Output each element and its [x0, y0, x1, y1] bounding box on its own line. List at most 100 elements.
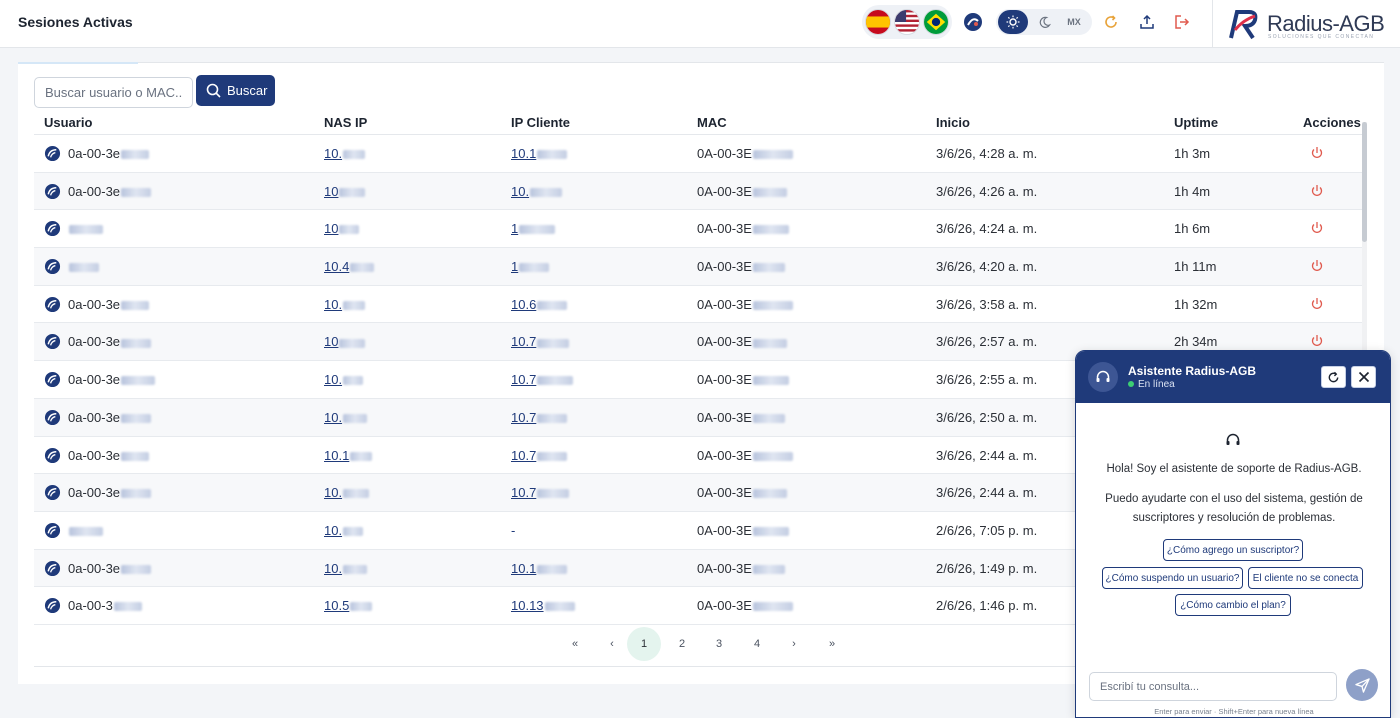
theme-toggle: MX [996, 9, 1092, 35]
search-button[interactable]: Buscar [196, 75, 275, 106]
radius-logo-icon [1229, 10, 1258, 40]
suggestion-add-subscriber[interactable]: ¿Cómo agrego un suscriptor? [1163, 539, 1303, 561]
wifi-user-icon [44, 522, 61, 538]
redacted-value [537, 376, 574, 386]
cell-nas-ip[interactable]: 10. [324, 297, 366, 312]
flag-spain-icon[interactable] [865, 9, 891, 35]
power-icon[interactable] [1310, 334, 1324, 348]
cell-nas-ip[interactable]: 10. [324, 523, 364, 538]
redacted-value [69, 263, 99, 273]
suggestion-suspend-user[interactable]: ¿Cómo suspendo un usuario? [1102, 567, 1243, 589]
redacted-value [537, 338, 570, 348]
flag-brazil-icon[interactable] [923, 9, 949, 35]
chat-message-input[interactable] [1089, 672, 1337, 701]
cell-nas-ip[interactable]: 10.5 [324, 598, 373, 613]
redacted-value [752, 451, 793, 461]
page-button-2[interactable]: 2 [665, 627, 699, 661]
cell-ip-cliente[interactable]: 1 [511, 221, 556, 236]
cell-uptime: 1h 11m [1174, 259, 1217, 275]
power-icon[interactable] [1310, 146, 1324, 160]
refresh-icon[interactable] [1098, 9, 1124, 35]
column-header-inicio[interactable]: Inicio [936, 115, 970, 130]
power-icon[interactable] [1310, 259, 1324, 273]
cell-ip-cliente[interactable]: 10.1 [511, 561, 568, 576]
cell-ip-cliente[interactable]: 10.7 [511, 334, 570, 349]
cell-inicio: 2/6/26, 7:05 p. m. [936, 522, 1038, 538]
next-page-button[interactable]: › [777, 627, 811, 661]
cell-inicio: 3/6/26, 4:20 a. m. [936, 259, 1038, 275]
cell-ip-cliente[interactable]: 10.13 [511, 598, 575, 613]
wifi-user-icon [44, 334, 61, 350]
cell-uptime: 1h 3m [1174, 146, 1211, 161]
close-icon [1358, 371, 1369, 383]
cell-ip-cliente[interactable]: 1 [511, 259, 550, 274]
table-header: Usuario NAS IP IP Cliente MAC Inicio Upt… [34, 110, 1362, 135]
radius-app-icon[interactable] [960, 9, 986, 35]
cell-nas-ip[interactable]: 10. [324, 372, 364, 387]
redacted-value [343, 376, 364, 386]
column-header-acciones: Acciones [1303, 115, 1361, 130]
redacted-value [350, 451, 373, 461]
cell-ip-cliente[interactable]: 10.7 [511, 410, 568, 425]
column-header-ip-cliente[interactable]: IP Cliente [511, 115, 570, 130]
page-button-3[interactable]: 3 [702, 627, 736, 661]
cell-ip-cliente[interactable]: 10.7 [511, 372, 574, 387]
redacted-value [343, 526, 364, 536]
export-icon[interactable] [1134, 9, 1160, 35]
suggestion-change-plan[interactable]: ¿Cómo cambio el plan? [1175, 594, 1291, 616]
cell-nas-ip[interactable]: 10.1 [324, 448, 373, 463]
column-header-nas-ip[interactable]: NAS IP [324, 115, 367, 130]
cell-nas-ip[interactable]: 10. [324, 146, 366, 161]
chat-reset-button[interactable] [1321, 366, 1346, 388]
prev-page-button[interactable]: ‹ [595, 627, 629, 661]
redacted-value [752, 564, 785, 574]
cell-ip-cliente[interactable]: 10.6 [511, 297, 568, 312]
redacted-value [752, 602, 793, 612]
redacted-value [339, 338, 366, 348]
search-input[interactable] [34, 77, 193, 108]
cell-ip-cliente[interactable]: 10. [511, 184, 563, 199]
region-label[interactable]: MX [1059, 10, 1089, 34]
wifi-user-icon [44, 409, 61, 425]
flag-usa-icon[interactable] [894, 9, 920, 35]
redacted-value [121, 564, 152, 574]
cell-usuario: 0a-00-3e [68, 448, 150, 463]
redacted-value [752, 187, 787, 197]
column-header-usuario[interactable]: Usuario [44, 115, 92, 130]
cell-inicio: 3/6/26, 2:44 a. m. [936, 447, 1038, 463]
cell-nas-ip[interactable]: 10 [324, 221, 360, 236]
redacted-value [339, 225, 360, 235]
cell-nas-ip[interactable]: 10.4 [324, 259, 375, 274]
chat-close-button[interactable] [1351, 366, 1376, 388]
page-button-1[interactable]: 1 [627, 627, 661, 661]
redacted-value [121, 376, 156, 386]
light-mode-icon[interactable] [998, 10, 1028, 34]
redacted-value [752, 263, 785, 273]
cell-ip-cliente[interactable]: 10.7 [511, 448, 568, 463]
first-page-button[interactable]: « [558, 627, 592, 661]
chat-greeting: Hola! Soy el asistente de soporte de Rad… [1106, 463, 1362, 475]
redacted-value [113, 602, 142, 612]
cell-nas-ip[interactable]: 10. [324, 485, 370, 500]
column-header-uptime[interactable]: Uptime [1174, 115, 1218, 130]
cell-nas-ip[interactable]: 10. [324, 561, 368, 576]
power-icon[interactable] [1310, 221, 1324, 235]
cell-nas-ip[interactable]: 10 [324, 184, 366, 199]
chat-send-button[interactable] [1346, 669, 1378, 701]
dark-mode-icon[interactable] [1029, 10, 1059, 34]
page-button-4[interactable]: 4 [740, 627, 774, 661]
cell-nas-ip[interactable]: 10. [324, 410, 368, 425]
power-icon[interactable] [1310, 184, 1324, 198]
cell-ip-cliente[interactable]: 10.1 [511, 146, 568, 161]
send-icon [1354, 677, 1370, 693]
suggestion-client-not-connecting[interactable]: El cliente no se conecta [1248, 567, 1363, 589]
cell-ip-cliente[interactable]: 10.7 [511, 485, 570, 500]
power-icon[interactable] [1310, 297, 1324, 311]
redacted-value [537, 451, 568, 461]
scrollbar-thumb[interactable] [1362, 122, 1367, 242]
redacted-value [350, 263, 375, 273]
column-header-mac[interactable]: MAC [697, 115, 727, 130]
last-page-button[interactable]: » [815, 627, 849, 661]
cell-nas-ip[interactable]: 10 [324, 334, 366, 349]
logout-icon[interactable] [1169, 9, 1195, 35]
